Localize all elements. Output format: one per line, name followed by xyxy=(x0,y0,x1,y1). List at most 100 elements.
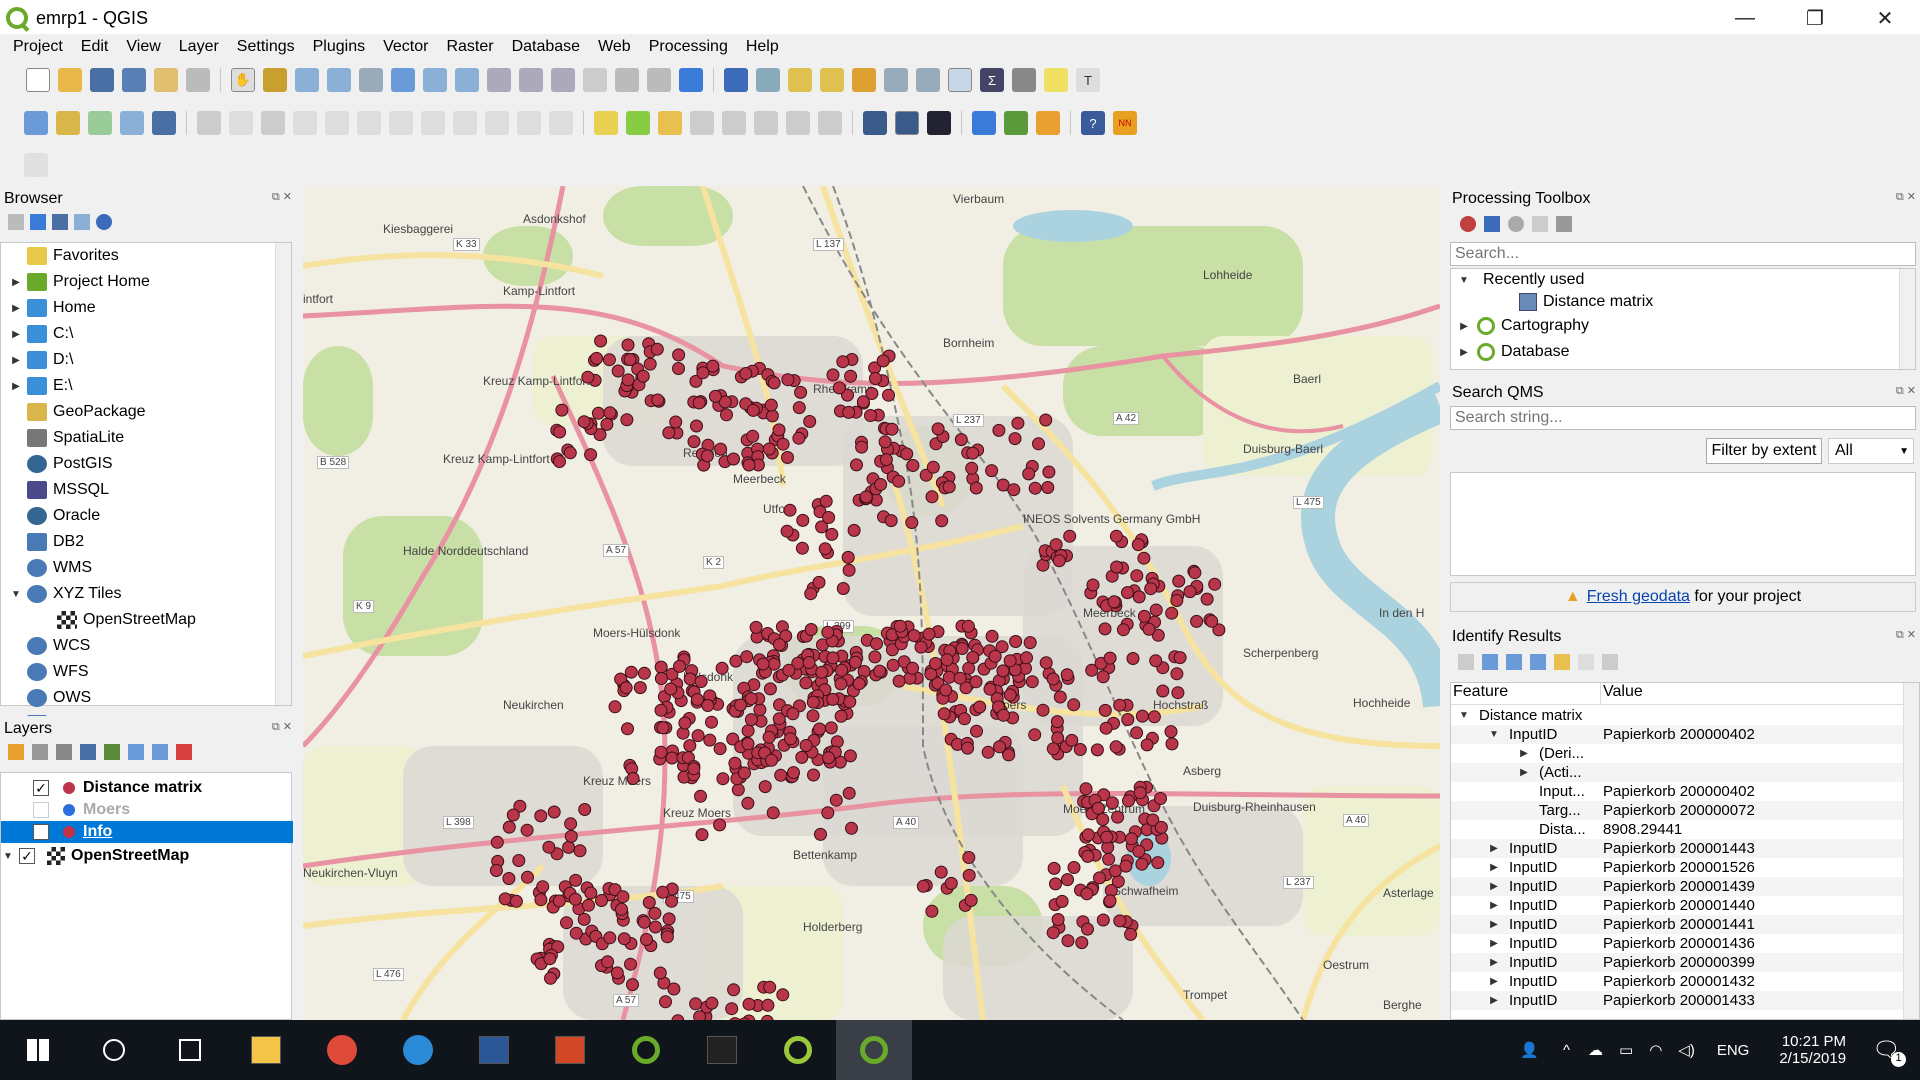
layers-panel-controls[interactable]: ⧉ ✕ xyxy=(272,720,292,734)
identify-row[interactable]: ▶ InputID Papierkorb 200001526 xyxy=(1451,858,1916,877)
expand-all-icon[interactable] xyxy=(128,744,144,760)
menu-web[interactable]: Web xyxy=(589,38,640,56)
browser-item-favorites[interactable]: Favorites xyxy=(1,245,119,267)
zoom-out-icon[interactable] xyxy=(327,68,351,92)
qms-filter-select[interactable]: All ▼ xyxy=(1828,438,1914,464)
file-explorer-taskbar-button[interactable] xyxy=(228,1020,304,1080)
delete-selected-icon[interactable] xyxy=(389,111,413,135)
zoom-full-icon[interactable] xyxy=(391,68,415,92)
data-source-manager-icon[interactable] xyxy=(24,111,48,135)
menu-edit[interactable]: Edit xyxy=(72,38,118,56)
identify-row[interactable]: ▶ InputID Papierkorb 200001439 xyxy=(1451,877,1916,896)
person-plugin-icon[interactable] xyxy=(1036,111,1060,135)
move-feature-icon[interactable] xyxy=(357,111,381,135)
expand-icon[interactable]: ▶ xyxy=(9,381,23,392)
pan-map-icon[interactable]: ✋ xyxy=(231,68,255,92)
search-taskbar-button[interactable] xyxy=(76,1020,152,1080)
expand-icon[interactable]: ▶ xyxy=(9,303,23,314)
zoom-rescale-icon[interactable] xyxy=(359,68,383,92)
browser-item-postgis[interactable]: PostGIS xyxy=(1,453,113,475)
add-selected-icon[interactable] xyxy=(8,214,24,230)
identify-row[interactable]: ▶ (Deri... xyxy=(1451,744,1916,763)
text-annotation-icon[interactable]: T xyxy=(1076,68,1100,92)
browser-item-d[interactable]: ▶ D:\ xyxy=(1,349,73,371)
browser-refresh-icon[interactable] xyxy=(30,214,46,230)
manage-themes-icon[interactable] xyxy=(56,744,72,760)
copy-features-icon[interactable] xyxy=(453,111,477,135)
zoom-in-icon[interactable] xyxy=(295,68,319,92)
deselect-icon[interactable] xyxy=(852,68,876,92)
processing-scrollbar[interactable] xyxy=(1899,269,1915,369)
chrome-taskbar-button[interactable] xyxy=(304,1020,380,1080)
browser-item-xyz-tiles[interactable]: ▼ XYZ Tiles xyxy=(1,583,121,605)
clock[interactable]: 10:21 PM 2/15/2019 xyxy=(1779,1033,1846,1067)
pan-to-selection-icon[interactable] xyxy=(263,68,287,92)
select-by-value-icon[interactable] xyxy=(820,68,844,92)
expand-icon[interactable]: ▶ xyxy=(1487,995,1501,1006)
expand-icon[interactable]: ▶ xyxy=(1487,957,1501,968)
menu-processing[interactable]: Processing xyxy=(640,38,737,56)
processing-distance-matrix[interactable]: Distance matrix xyxy=(1451,291,1653,313)
collapse-icon[interactable]: ▼ xyxy=(1487,729,1501,740)
identify-row[interactable]: ▶ (Acti... xyxy=(1451,763,1916,782)
save-edits-icon[interactable] xyxy=(261,111,285,135)
identify-row[interactable]: ▶ InputID Papierkorb 200001443 xyxy=(1451,839,1916,858)
field-calculator-icon[interactable] xyxy=(916,68,940,92)
identify-icon[interactable] xyxy=(724,68,748,92)
undo-icon[interactable] xyxy=(517,111,541,135)
menu-project[interactable]: Project xyxy=(4,38,72,56)
collapse-tree-icon[interactable] xyxy=(1506,654,1522,670)
cut-features-icon[interactable] xyxy=(421,111,445,135)
processing-search-input[interactable] xyxy=(1450,242,1916,266)
wifi-icon[interactable]: ◠ xyxy=(1649,1041,1662,1059)
qms-search-input[interactable] xyxy=(1450,406,1916,430)
terminal-taskbar-button[interactable] xyxy=(684,1020,760,1080)
browser-item-project-home[interactable]: ▶ Project Home xyxy=(1,271,150,293)
redo-icon[interactable] xyxy=(549,111,573,135)
current-edits-icon[interactable] xyxy=(197,111,221,135)
clear-results-icon[interactable] xyxy=(1554,654,1570,670)
new-project-icon[interactable] xyxy=(26,68,50,92)
menu-vector[interactable]: Vector xyxy=(374,38,437,56)
browser-item-home[interactable]: ▶ Home xyxy=(1,297,96,319)
close-button[interactable]: ✕ xyxy=(1850,0,1920,36)
collapse-results-icon[interactable] xyxy=(1530,654,1546,670)
layer-visibility-checkbox[interactable] xyxy=(33,802,49,818)
expand-icon[interactable]: ▶ xyxy=(1487,938,1501,949)
expand-icon[interactable]: ▶ xyxy=(9,277,23,288)
identify-row[interactable]: Input... Papierkorb 200000402 xyxy=(1451,782,1916,801)
models-icon[interactable] xyxy=(1460,216,1476,232)
filter-legend-icon[interactable] xyxy=(80,744,96,760)
collapse-icon[interactable]: ▼ xyxy=(1457,275,1471,286)
new-spatialite-icon[interactable] xyxy=(120,111,144,135)
browser-item-c[interactable]: ▶ C:\ xyxy=(1,323,73,345)
maximize-button[interactable]: ❐ xyxy=(1780,0,1850,36)
collapse-icon[interactable]: ▼ xyxy=(1457,710,1471,721)
column-value[interactable]: Value xyxy=(1601,683,1643,704)
expand-icon[interactable]: ▶ xyxy=(1487,843,1501,854)
layer-visibility-checkbox[interactable]: ✓ xyxy=(33,780,49,796)
identify-row[interactable]: Dista... 8908.29441 xyxy=(1451,820,1916,839)
identify-row[interactable]: ▶ InputID Papierkorb 200001440 xyxy=(1451,896,1916,915)
digitize-icon[interactable] xyxy=(24,153,48,177)
browser-item-ows[interactable]: OWS xyxy=(1,687,91,709)
print-icon[interactable] xyxy=(1602,654,1618,670)
minimize-button[interactable]: — xyxy=(1710,0,1780,36)
windows-start-taskbar-button[interactable] xyxy=(0,1020,76,1080)
language-indicator[interactable]: ENG xyxy=(1717,1042,1750,1059)
browser-item-spatialite[interactable]: SpatiaLite xyxy=(1,427,124,449)
menu-view[interactable]: View xyxy=(117,38,169,56)
filter-expression-icon[interactable] xyxy=(104,744,120,760)
processing-toolbox-icon[interactable] xyxy=(948,68,972,92)
results-viewer-icon[interactable] xyxy=(1532,216,1548,232)
identify-row[interactable]: ▼ InputID Papierkorb 200000402 xyxy=(1451,725,1916,744)
toggle-editing-icon[interactable] xyxy=(229,111,253,135)
qgis-dev-taskbar-button[interactable] xyxy=(760,1020,836,1080)
new-shapefile-icon[interactable] xyxy=(88,111,112,135)
qms-panel-controls[interactable]: ⧉ ✕ xyxy=(1896,384,1916,398)
collapse-layers-icon[interactable] xyxy=(152,744,168,760)
browser-item-wcs[interactable]: WCS xyxy=(1,635,90,657)
expand-icon[interactable]: ▶ xyxy=(9,329,23,340)
select-features-icon[interactable] xyxy=(788,68,812,92)
qgis-taskbar-button[interactable] xyxy=(608,1020,684,1080)
